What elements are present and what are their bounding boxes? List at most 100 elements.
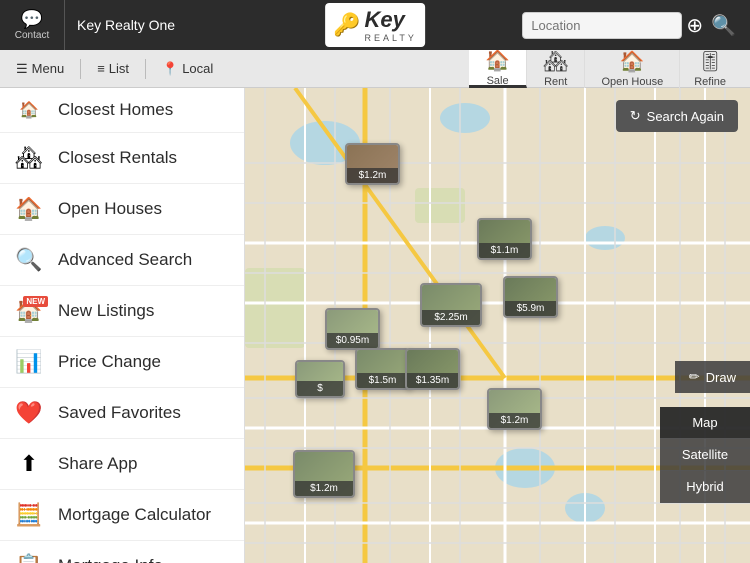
open-houses-icon: 🏠 (14, 196, 44, 222)
price-tag-2: $1.1m (479, 243, 530, 258)
sidebar-item-share-app[interactable]: ⬆ Share App (0, 439, 244, 490)
local-nav[interactable]: 📍 Local (156, 57, 219, 81)
refresh-icon: ↻ (630, 108, 641, 124)
header-search: ⊕ 🔍 (522, 9, 740, 42)
prop-pin-1[interactable]: $1.2m (345, 143, 400, 185)
saved-favorites-label: Saved Favorites (58, 403, 181, 423)
tab-sale[interactable]: 🏠 Sale (469, 50, 527, 88)
price-tag-7: $ (297, 381, 343, 396)
app-header: 💬 Contact Key Realty One 🔑 Key REALTY ⊕ … (0, 0, 750, 50)
tab-rent[interactable]: 🏘 Rent (527, 50, 585, 88)
share-app-label: Share App (58, 454, 137, 474)
prop-pin-3[interactable]: $2.25m (420, 283, 482, 327)
list-icon: ≡ (97, 61, 105, 76)
list-label: List (109, 61, 129, 76)
price-tag-1: $1.2m (347, 168, 398, 183)
sidebar-item-new-listings[interactable]: 🏠 NEW New Listings (0, 286, 244, 337)
price-change-label: Price Change (58, 352, 161, 372)
tab-refine[interactable]: 🎚 Refine (680, 50, 740, 88)
search-input[interactable] (531, 18, 673, 33)
sidebar-item-closest-homes[interactable]: 🏠 Closest Homes (0, 88, 244, 133)
map-area[interactable]: 23 $1.2m $1.1m $2.25m $5.9m $0.95m $ (245, 88, 750, 563)
rent-label: Rent (544, 76, 567, 88)
map-type-hybrid-button[interactable]: Hybrid (660, 471, 750, 503)
sidebar-item-saved-favorites[interactable]: ❤️ Saved Favorites (0, 388, 244, 439)
menu-label: Menu (32, 61, 65, 76)
menu-nav[interactable]: ☰ Menu (10, 57, 70, 81)
prop-type-tabs: 🏠 Sale 🏘 Rent 🏠 Open House 🎚 Refine (469, 50, 740, 88)
price-tag-3: $2.25m (422, 310, 480, 325)
list-nav[interactable]: ≡ List (91, 57, 135, 80)
map-label: Map (692, 415, 717, 430)
closest-homes-label: Closest Homes (58, 100, 173, 120)
price-tag-10: $1.2m (295, 481, 353, 496)
new-listings-icon: 🏠 NEW (14, 298, 44, 324)
search-again-label: Search Again (647, 109, 724, 124)
prop-pin-8[interactable]: $1.35m (405, 348, 460, 390)
mortgage-calculator-label: Mortgage Calculator (58, 505, 211, 525)
price-tag-8: $1.35m (407, 373, 458, 388)
tab-open-house[interactable]: 🏠 Open House (585, 50, 680, 88)
local-label: Local (182, 61, 213, 76)
pencil-icon: ✏ (689, 369, 700, 385)
prop-pin-9[interactable]: $1.2m (487, 388, 542, 430)
sidebar-item-mortgage-calculator[interactable]: 🧮 Mortgage Calculator (0, 490, 244, 541)
new-badge: NEW (23, 296, 48, 307)
sale-icon: 🏠 (485, 48, 510, 73)
sale-label: Sale (487, 75, 509, 87)
open-houses-label: Open Houses (58, 199, 162, 219)
mortgage-info-label: Mortgage Info (58, 556, 163, 563)
contact-icon: 💬 (21, 9, 43, 30)
search-button[interactable]: 🔍 (707, 9, 740, 42)
satellite-label: Satellite (682, 447, 728, 462)
mortgage-calc-icon: 🧮 (14, 502, 44, 528)
price-tag-6: $1.5m (357, 373, 408, 388)
contact-label: Contact (15, 30, 49, 41)
open-house-label: Open House (601, 76, 663, 88)
share-app-icon: ⬆ (14, 451, 44, 477)
new-listings-label: New Listings (58, 301, 154, 321)
app-logo: 🔑 Key REALTY (325, 3, 425, 47)
gps-button[interactable]: ⊕ (682, 9, 707, 42)
sidebar-item-closest-rentals[interactable]: 🏘 Closest Rentals (0, 133, 244, 184)
prop-pin-5[interactable]: $0.95m (325, 308, 380, 350)
logo-text: Key (365, 7, 405, 32)
prop-pin-10[interactable]: $1.2m (293, 450, 355, 498)
rent-icon: 🏘 (543, 49, 568, 74)
price-tag-5: $0.95m (327, 333, 378, 348)
mortgage-info-icon: 📋 (14, 553, 44, 563)
prop-pin-6[interactable]: $1.5m (355, 348, 410, 390)
prop-pin-4[interactable]: $5.9m (503, 276, 558, 318)
search-again-button[interactable]: ↻ Search Again (616, 100, 738, 132)
sidebar-item-mortgage-info[interactable]: 📋 Mortgage Info (0, 541, 244, 563)
sidebar: 🏠 Closest Homes 🏘 Closest Rentals 🏠 Open… (0, 88, 245, 563)
sidebar-item-price-change[interactable]: 📊 Price Change (0, 337, 244, 388)
logo-subtext: REALTY (365, 33, 417, 43)
location-icon: 📍 (162, 61, 178, 77)
price-change-icon: 📊 (14, 349, 44, 375)
app-name: Key Realty One (65, 17, 522, 33)
open-house-icon: 🏠 (620, 49, 645, 74)
price-tag-9: $1.2m (489, 413, 540, 428)
search-bar[interactable] (522, 12, 682, 39)
refine-icon: 🎚 (697, 49, 722, 74)
refine-label: Refine (694, 76, 726, 88)
map-type-satellite-button[interactable]: Satellite (660, 439, 750, 471)
prop-pin-7[interactable]: $ (295, 360, 345, 398)
advanced-search-label: Advanced Search (58, 250, 192, 270)
divider-2 (145, 59, 146, 79)
saved-favorites-icon: ❤️ (14, 400, 44, 426)
draw-button[interactable]: ✏ Draw (675, 361, 750, 393)
divider-1 (80, 59, 81, 79)
nav-tab-bar: ☰ Menu ≡ List 📍 Local 🏠 Sale 🏘 Rent 🏠 Op… (0, 50, 750, 88)
sidebar-item-advanced-search[interactable]: 🔍 Advanced Search (0, 235, 244, 286)
map-type-map-button[interactable]: Map (660, 407, 750, 439)
sidebar-item-open-houses[interactable]: 🏠 Open Houses (0, 184, 244, 235)
contact-section[interactable]: 💬 Contact (0, 0, 65, 50)
menu-icon: ☰ (16, 61, 28, 77)
prop-pin-2[interactable]: $1.1m (477, 218, 532, 260)
logo-box: 🔑 Key REALTY (325, 3, 425, 47)
closest-rentals-icon: 🏘 (14, 145, 44, 171)
closest-rentals-label: Closest Rentals (58, 148, 177, 168)
main-layout: 🏠 Closest Homes 🏘 Closest Rentals 🏠 Open… (0, 88, 750, 563)
